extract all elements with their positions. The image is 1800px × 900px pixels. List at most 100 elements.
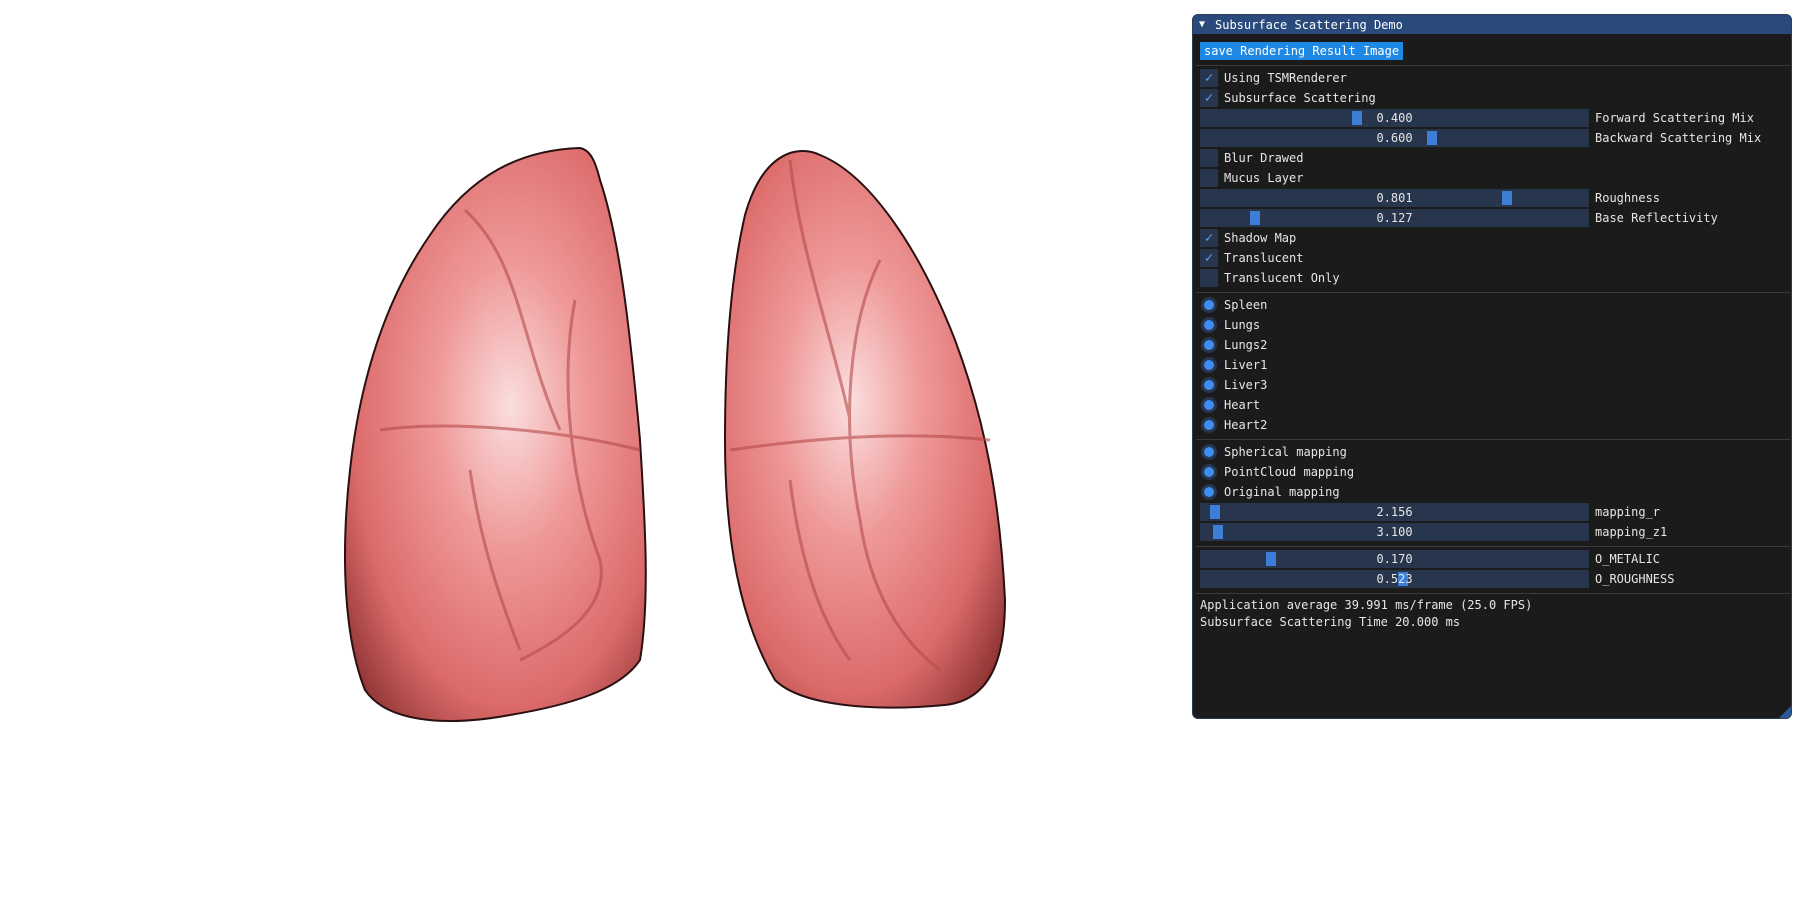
checkbox-row-translucent[interactable]: ✓ Translucent — [1193, 249, 1791, 269]
separator — [1196, 65, 1790, 66]
roughness-slider[interactable]: 0.801 — [1200, 189, 1589, 207]
check-icon: ✓ — [1204, 250, 1214, 266]
slider-value: 0.127 — [1376, 211, 1413, 225]
radio-label: Lungs2 — [1224, 338, 1268, 352]
radio-row-spleen[interactable]: Spleen — [1193, 296, 1791, 316]
save-result-button[interactable]: save Rendering Result Image — [1200, 42, 1404, 60]
radio-spherical-mapping[interactable] — [1200, 443, 1218, 461]
radio-lungs[interactable] — [1200, 316, 1218, 334]
radio-row-liver3[interactable]: Liver3 — [1193, 376, 1791, 396]
checkbox-mucus-layer[interactable] — [1200, 169, 1218, 187]
separator — [1196, 439, 1790, 440]
checkbox-label: Blur Drawed — [1224, 151, 1304, 165]
radio-row-original[interactable]: Original mapping — [1193, 483, 1791, 503]
radio-heart[interactable] — [1200, 396, 1218, 414]
radio-label: Original mapping — [1224, 485, 1340, 499]
checkbox-label: Mucus Layer — [1224, 171, 1304, 185]
radio-dot — [1204, 400, 1214, 410]
left-lung — [344, 146, 647, 723]
radio-label: Spleen — [1224, 298, 1268, 312]
slider-value: 0.170 — [1376, 552, 1413, 566]
checkbox-row-mucus[interactable]: Mucus Layer — [1193, 169, 1791, 189]
backward-scattering-slider[interactable]: 0.600 — [1200, 129, 1589, 147]
o-metalic-slider[interactable]: 0.170 — [1200, 550, 1589, 568]
separator — [1196, 593, 1790, 594]
triangle-down-icon[interactable]: ▼ — [1199, 19, 1211, 30]
radio-label: Heart2 — [1224, 418, 1268, 432]
radio-row-lungs2[interactable]: Lungs2 — [1193, 336, 1791, 356]
checkbox-row-translucent-only[interactable]: Translucent Only — [1193, 269, 1791, 289]
radio-row-lungs[interactable]: Lungs — [1193, 316, 1791, 336]
separator — [1196, 546, 1790, 547]
slider-value: 3.100 — [1376, 525, 1413, 539]
slider-row-reflectivity[interactable]: 0.127 Base Reflectivity — [1193, 209, 1791, 229]
radio-pointcloud-mapping[interactable] — [1200, 463, 1218, 481]
slider-label: O_ROUGHNESS — [1595, 572, 1675, 586]
radio-lungs2[interactable] — [1200, 336, 1218, 354]
radio-heart2[interactable] — [1200, 416, 1218, 434]
radio-label: Heart — [1224, 398, 1261, 412]
check-icon: ✓ — [1204, 230, 1214, 246]
separator — [1196, 292, 1790, 293]
radio-dot — [1204, 487, 1214, 497]
radio-dot — [1204, 340, 1214, 350]
check-icon: ✓ — [1204, 70, 1214, 86]
resize-grip[interactable] — [1779, 706, 1791, 718]
panel-title: Subsurface Scattering Demo — [1215, 17, 1403, 32]
checkbox-subsurface-scattering[interactable]: ✓ — [1200, 89, 1218, 107]
slider-row-metalic[interactable]: 0.170 O_METALIC — [1193, 550, 1791, 570]
slider-label: mapping_z1 — [1595, 525, 1668, 539]
checkbox-translucent[interactable]: ✓ — [1200, 249, 1218, 267]
checkbox-translucent-only[interactable] — [1200, 269, 1218, 287]
slider-row-forward[interactable]: 0.400 Forward Scattering Mix — [1193, 109, 1791, 129]
radio-row-heart[interactable]: Heart — [1193, 396, 1791, 416]
checkbox-using-tsmrenderer[interactable]: ✓ — [1200, 69, 1218, 87]
slider-row-roughness[interactable]: 0.801 Roughness — [1193, 189, 1791, 209]
slider-row-backward[interactable]: 0.600 Backward Scattering Mix — [1193, 129, 1791, 149]
slider-row-mapping-r[interactable]: 2.156 mapping_r — [1193, 503, 1791, 523]
forward-scattering-slider[interactable]: 0.400 — [1200, 109, 1589, 127]
slider-row-mapping-z1[interactable]: 3.100 mapping_z1 — [1193, 523, 1791, 543]
slider-row-o-roughness[interactable]: 0.523 O_ROUGHNESS — [1193, 570, 1791, 590]
radio-dot — [1204, 300, 1214, 310]
radio-original-mapping[interactable] — [1200, 483, 1218, 501]
o-roughness-slider[interactable]: 0.523 — [1200, 570, 1589, 588]
radio-row-spherical[interactable]: Spherical mapping — [1193, 443, 1791, 463]
slider-value: 0.400 — [1376, 111, 1413, 125]
slider-value: 0.523 — [1376, 572, 1413, 586]
checkbox-row-tsm[interactable]: ✓ Using TSMRenderer — [1193, 69, 1791, 89]
slider-label: mapping_r — [1595, 505, 1661, 519]
check-icon: ✓ — [1204, 90, 1214, 106]
mapping-z1-slider[interactable]: 3.100 — [1200, 523, 1589, 541]
radio-liver3[interactable] — [1200, 376, 1218, 394]
lungs-render — [344, 146, 1007, 723]
render-viewport[interactable] — [0, 0, 1190, 900]
checkbox-label: Subsurface Scattering — [1224, 91, 1376, 105]
checkbox-label: Translucent — [1224, 251, 1304, 265]
mapping-r-slider[interactable]: 2.156 — [1200, 503, 1589, 521]
slider-label: O_METALIC — [1595, 552, 1661, 566]
settings-panel: ▼ Subsurface Scattering Demo save Render… — [1192, 14, 1792, 719]
radio-spleen[interactable] — [1200, 296, 1218, 314]
radio-dot — [1204, 380, 1214, 390]
checkbox-blur-drawed[interactable] — [1200, 149, 1218, 167]
radio-dot — [1204, 447, 1214, 457]
checkbox-row-blur[interactable]: Blur Drawed — [1193, 149, 1791, 169]
radio-dot — [1204, 360, 1214, 370]
slider-label: Roughness — [1595, 191, 1661, 205]
panel-titlebar[interactable]: ▼ Subsurface Scattering Demo — [1193, 15, 1791, 34]
base-reflectivity-slider[interactable]: 0.127 — [1200, 209, 1589, 227]
radio-liver1[interactable] — [1200, 356, 1218, 374]
radio-label: Spherical mapping — [1224, 445, 1347, 459]
slider-value: 0.801 — [1376, 191, 1413, 205]
slider-value: 0.600 — [1376, 131, 1413, 145]
checkbox-row-sss[interactable]: ✓ Subsurface Scattering — [1193, 89, 1791, 109]
slider-label: Base Reflectivity — [1595, 211, 1718, 225]
slider-label: Backward Scattering Mix — [1595, 131, 1762, 145]
radio-row-heart2[interactable]: Heart2 — [1193, 416, 1791, 436]
radio-row-liver1[interactable]: Liver1 — [1193, 356, 1791, 376]
checkbox-row-shadow[interactable]: ✓ Shadow Map — [1193, 229, 1791, 249]
slider-label: Forward Scattering Mix — [1595, 111, 1754, 125]
checkbox-shadow-map[interactable]: ✓ — [1200, 229, 1218, 247]
radio-row-pointcloud[interactable]: PointCloud mapping — [1193, 463, 1791, 483]
